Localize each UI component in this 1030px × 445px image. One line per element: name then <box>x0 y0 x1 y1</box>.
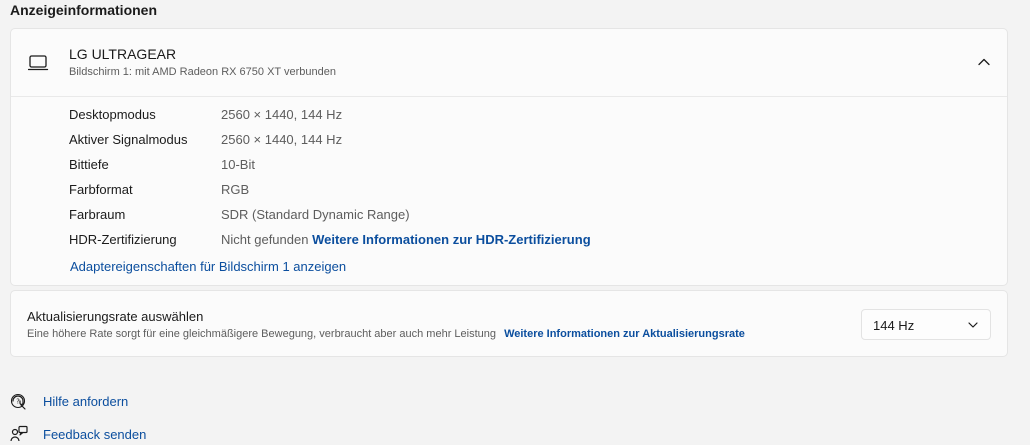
display-card: LG ULTRAGEAR Bildschirm 1: mit AMD Radeo… <box>10 28 1008 286</box>
monitor-icon <box>28 55 49 71</box>
send-feedback-label: Feedback senden <box>43 426 147 442</box>
info-label: Desktopmodus <box>69 107 156 122</box>
send-feedback-link[interactable]: Feedback senden <box>10 423 146 445</box>
refresh-rate-card: Aktualisierungsrate auswählen Eine höher… <box>10 290 1008 357</box>
info-value: Nicht gefunden Weitere Informationen zur… <box>221 232 591 247</box>
refresh-rate-description: Eine höhere Rate sorgt für eine gleichmä… <box>27 328 496 340</box>
adapter-properties-link[interactable]: Adaptereigenschaften für Bildschirm 1 an… <box>70 259 346 274</box>
info-value: 10-Bit <box>221 157 255 172</box>
info-label: Farbformat <box>69 182 133 197</box>
refresh-rate-selected: 144 Hz <box>873 318 915 333</box>
chevron-up-icon <box>978 58 990 66</box>
refresh-rate-info-link[interactable]: Weitere Informationen zur Aktualisierung… <box>504 328 745 340</box>
info-label: Aktiver Signalmodus <box>69 132 188 147</box>
get-help-link[interactable]: ? Hilfe anfordern <box>10 390 128 412</box>
feedback-icon <box>10 425 28 442</box>
info-value: 2560 × 1440, 144 Hz <box>221 132 343 147</box>
display-card-header[interactable]: LG ULTRAGEAR Bildschirm 1: mit AMD Radeo… <box>11 29 1007 97</box>
hdr-info-link[interactable]: Weitere Informationen zur HDR-Zertifizie… <box>312 232 591 247</box>
display-name: LG ULTRAGEAR <box>69 46 177 62</box>
get-help-label: Hilfe anfordern <box>43 393 129 409</box>
help-icon: ? <box>10 393 26 410</box>
info-label: HDR-Zertifizierung <box>69 232 177 247</box>
info-value: 2560 × 1440, 144 Hz <box>221 107 343 122</box>
info-label: Farbraum <box>69 207 126 222</box>
refresh-rate-title: Aktualisierungsrate auswählen <box>27 309 204 324</box>
info-label: Bittiefe <box>69 157 109 172</box>
display-subtitle: Bildschirm 1: mit AMD Radeon RX 6750 XT … <box>69 66 336 78</box>
chevron-down-icon <box>968 322 978 328</box>
collapse-button[interactable] <box>969 47 999 77</box>
section-title: Anzeigeinformationen <box>10 2 158 18</box>
hdr-status: Nicht gefunden <box>221 232 309 247</box>
refresh-rate-dropdown[interactable]: 144 Hz <box>861 309 991 340</box>
svg-text:?: ? <box>16 398 20 406</box>
info-value: RGB <box>221 182 250 197</box>
info-value: SDR (Standard Dynamic Range) <box>221 207 410 222</box>
refresh-rate-subtitle: Eine höhere Rate sorgt für eine gleichmä… <box>27 328 745 340</box>
